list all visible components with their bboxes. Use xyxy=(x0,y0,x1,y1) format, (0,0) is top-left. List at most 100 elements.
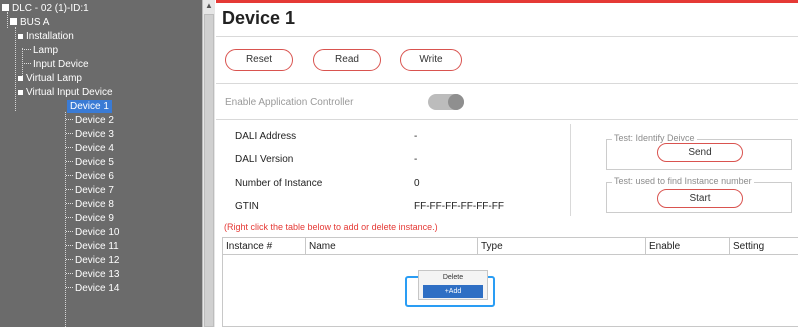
gtin-value: FF-FF-FF-FF-FF-FF xyxy=(414,201,504,212)
tree-node-label: Device 3 xyxy=(75,129,114,140)
collapse-icon[interactable] xyxy=(18,34,23,39)
tree-node-virtual-lamp[interactable]: Virtual Lamp xyxy=(18,72,82,85)
toggle-knob xyxy=(448,94,464,110)
tree-branch xyxy=(66,161,73,162)
page-title: Device 1 xyxy=(222,8,296,28)
tree-node-device-9[interactable]: Device 9 xyxy=(66,212,114,225)
tree-node-label: Device 1 xyxy=(70,101,109,112)
column-header-enable[interactable]: Enable xyxy=(645,238,729,255)
tree-node-label: Device 10 xyxy=(75,227,120,238)
tree-branch xyxy=(66,217,73,218)
tree-node-device-6[interactable]: Device 6 xyxy=(66,170,114,183)
enable-app-controller-label: Enable Application Controller xyxy=(225,97,354,108)
scroll-up-icon[interactable]: ▲ xyxy=(205,2,213,10)
tree-branch xyxy=(66,147,73,148)
add-menu-item[interactable]: +Add xyxy=(423,285,483,298)
tree-node-label: Device 5 xyxy=(75,157,114,168)
tree-node-device-4[interactable]: Device 4 xyxy=(66,142,114,155)
device-tree[interactable]: DLC - 02 (1)-ID:1 BUS A Installation Lam… xyxy=(0,0,202,327)
tree-node-label: DLC - 02 (1)-ID:1 xyxy=(12,3,89,14)
instance-count-value: 0 xyxy=(414,178,420,189)
tree-node-device-12[interactable]: Device 12 xyxy=(66,254,119,267)
tree-branch xyxy=(66,133,73,134)
tree-node-root[interactable]: DLC - 02 (1)-ID:1 xyxy=(2,2,89,15)
write-button[interactable]: Write xyxy=(400,49,462,71)
tree-node-label: Input Device xyxy=(33,59,89,70)
tree-node-label: Device 12 xyxy=(75,255,120,266)
tree-branch xyxy=(24,49,31,50)
tree-branch xyxy=(24,63,31,64)
tree-node-label: Device 14 xyxy=(75,283,120,294)
tree-node-device-13[interactable]: Device 13 xyxy=(66,268,119,281)
tree-branch xyxy=(66,231,73,232)
tree-branch xyxy=(66,175,73,176)
tree-node-device-11[interactable]: Device 11 xyxy=(66,240,119,253)
tree-branch xyxy=(66,189,73,190)
dali-version-label: DALI Version xyxy=(235,154,294,165)
expand-icon[interactable] xyxy=(18,76,23,81)
tree-branch xyxy=(66,119,73,120)
divider xyxy=(216,119,798,120)
collapse-icon[interactable] xyxy=(2,4,9,11)
tree-branch xyxy=(66,259,73,260)
tree-node-label: Device 4 xyxy=(75,143,114,154)
identify-device-title: Test: Identify Deivce xyxy=(612,133,697,143)
tree-node-label: Device 7 xyxy=(75,185,114,196)
tree-node-device-7[interactable]: Device 7 xyxy=(66,184,114,197)
collapse-icon[interactable] xyxy=(18,90,23,95)
send-button[interactable]: Send xyxy=(657,143,743,162)
tree-node-label: Device 2 xyxy=(75,115,114,126)
dali-version-value: - xyxy=(414,154,418,165)
tree-node-device-3[interactable]: Device 3 xyxy=(66,128,114,141)
tree-node-label: Device 8 xyxy=(75,199,114,210)
dali-address-value: - xyxy=(414,131,418,142)
tree-node-device-8[interactable]: Device 8 xyxy=(66,198,114,211)
tree-node-label: BUS A xyxy=(20,17,50,28)
read-button[interactable]: Read xyxy=(313,49,381,71)
divider xyxy=(216,36,798,37)
instance-table[interactable]: Instance # Name Type Enable Setting xyxy=(222,237,798,327)
reset-button[interactable]: Reset xyxy=(225,49,293,71)
tree-node-device-2[interactable]: Device 2 xyxy=(66,114,114,127)
scrollbar-thumb[interactable] xyxy=(204,14,214,327)
tree-branch xyxy=(66,245,73,246)
tree-node-input-device[interactable]: Input Device xyxy=(24,58,89,71)
divider xyxy=(570,124,571,216)
delete-menu-item[interactable]: Delete xyxy=(419,271,487,284)
device-panel: Device 1 Reset Read Write Enable Applica… xyxy=(216,0,798,327)
tree-node-label: Installation xyxy=(26,31,74,42)
sidebar-scrollbar[interactable]: ▲ xyxy=(203,0,215,327)
tree-branch xyxy=(66,273,73,274)
gtin-label: GTIN xyxy=(235,201,259,212)
tree-node-label: Lamp xyxy=(33,45,59,56)
tree-node-device-5[interactable]: Device 5 xyxy=(66,156,114,169)
collapse-icon[interactable] xyxy=(10,18,17,25)
column-header-setting[interactable]: Setting xyxy=(729,238,798,255)
tree-node-bus[interactable]: BUS A xyxy=(10,16,49,29)
tree-branch xyxy=(66,287,73,288)
table-hint: (Right click the table below to add or d… xyxy=(224,222,438,232)
accent-bar xyxy=(216,0,798,3)
tree-branch xyxy=(66,203,73,204)
start-button[interactable]: Start xyxy=(657,189,743,208)
tree-node-label: Device 9 xyxy=(75,213,114,224)
divider xyxy=(216,83,798,84)
context-menu: Delete +Add xyxy=(418,270,488,300)
table-header: Instance # Name Type Enable Setting xyxy=(223,238,798,255)
tree-node-device-10[interactable]: Device 10 xyxy=(66,226,119,239)
tree-node-label: Device 13 xyxy=(75,269,120,280)
tree-node-label: Virtual Lamp xyxy=(26,73,82,84)
tree-node-device-14[interactable]: Device 14 xyxy=(66,282,119,295)
column-header-type[interactable]: Type xyxy=(477,238,645,255)
enable-app-controller-toggle[interactable] xyxy=(428,94,464,110)
dali-address-label: DALI Address xyxy=(235,131,297,142)
tree-node-label: Device 11 xyxy=(75,241,119,252)
tree-node-lamp[interactable]: Lamp xyxy=(24,44,58,57)
column-header-name[interactable]: Name xyxy=(305,238,477,255)
tree-node-installation[interactable]: Installation xyxy=(18,30,74,43)
tree-node-label: Device 6 xyxy=(75,171,114,182)
tree-node-virtual-input-device[interactable]: Virtual Input Device xyxy=(18,86,113,99)
find-instance-title: Test: used to find Instance number xyxy=(612,176,754,186)
column-header-instance[interactable]: Instance # xyxy=(223,238,305,255)
tree-node-device-1[interactable]: Device 1 xyxy=(67,100,112,113)
